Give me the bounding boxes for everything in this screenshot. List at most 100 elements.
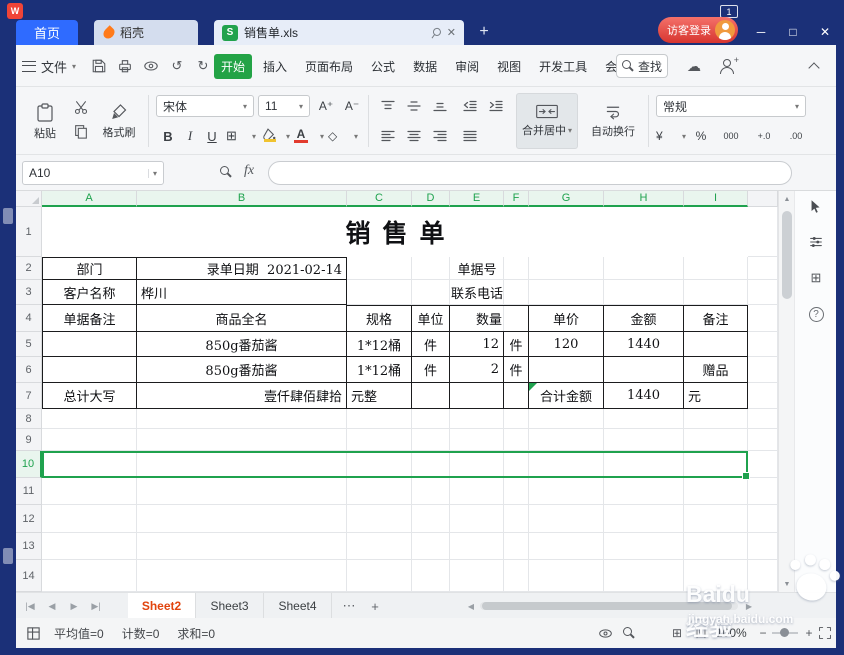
sliders-icon[interactable] (807, 233, 825, 251)
maximize-button[interactable]: □ (782, 22, 804, 42)
new-tab-button[interactable]: + (474, 22, 494, 42)
home-tab[interactable]: 首页 (16, 20, 78, 45)
sheet-tab-sheet2[interactable]: Sheet2 (128, 593, 196, 619)
more-sheets-icon[interactable]: ⋯ (338, 593, 360, 619)
cell-C12[interactable] (347, 505, 412, 533)
cell-J10[interactable] (748, 451, 778, 478)
cell-H8[interactable] (604, 409, 684, 429)
font-size-select[interactable]: 11 ▾ (258, 95, 310, 117)
name-box[interactable]: A10 ▾ (22, 161, 164, 185)
cell-H3[interactable] (604, 280, 684, 305)
cell-A9[interactable] (42, 429, 137, 451)
zoom-level[interactable]: 100% (716, 626, 747, 640)
cell-I13[interactable] (684, 533, 748, 560)
content-cell-C6[interactable]: 1*12桶 (347, 357, 412, 383)
cell-J11[interactable] (748, 478, 778, 505)
redo-button[interactable]: ↻ (192, 55, 214, 77)
content-cell-D7[interactable] (412, 383, 450, 409)
cell-A13[interactable] (42, 533, 137, 560)
help-icon[interactable]: ? (807, 305, 825, 323)
cell-J5[interactable] (748, 332, 778, 357)
cell-I10[interactable] (684, 451, 748, 478)
row-header-1[interactable]: 1 (16, 207, 42, 257)
cell-J4[interactable] (748, 305, 778, 332)
next-sheet-icon[interactable]: ▶ (64, 601, 84, 612)
first-sheet-icon[interactable]: |◀ (20, 601, 40, 612)
content-cell-C4[interactable]: 规格 (347, 305, 412, 332)
content-cell-E2[interactable]: 单据号 (450, 257, 504, 280)
sheet-tab-sheet4[interactable]: Sheet4 (264, 593, 332, 619)
decrease-decimal-button[interactable]: .00 (782, 125, 810, 147)
content-cell-E7[interactable] (450, 383, 504, 409)
cell-F8[interactable] (504, 409, 529, 429)
content-cell-G4[interactable]: 单价 (529, 305, 604, 332)
clear-format-button[interactable]: ◇ ▾ (328, 125, 358, 147)
cell-D2[interactable] (412, 257, 450, 280)
close-button[interactable]: ✕ (814, 22, 836, 42)
font-color-button[interactable]: A ▾ (294, 125, 324, 147)
cell-D8[interactable] (412, 409, 450, 429)
decrease-font-button[interactable]: A⁻ (340, 95, 364, 117)
select-all-corner[interactable] (16, 191, 42, 207)
cell-J2[interactable] (748, 257, 778, 280)
row-header-8[interactable]: 8 (16, 409, 42, 429)
cell-C9[interactable] (347, 429, 412, 451)
align-right-button[interactable] (428, 125, 452, 147)
content-cell-B3[interactable]: 桦川 (137, 280, 347, 305)
content-cell-G5[interactable]: 120 (529, 332, 604, 357)
collapse-ribbon-icon[interactable] (804, 57, 824, 75)
sheet-tab-sheet3[interactable]: Sheet3 (196, 593, 264, 619)
find-button[interactable]: 查找 (616, 54, 668, 78)
cell-C2[interactable] (347, 257, 412, 280)
cell-A12[interactable] (42, 505, 137, 533)
number-format-select[interactable]: 常规 ▾ (656, 95, 806, 117)
page-break-view-icon[interactable]: 凹 (692, 625, 710, 641)
content-cell-D6[interactable]: 件 (412, 357, 450, 383)
row-header-12[interactable]: 12 (16, 505, 42, 533)
font-name-select[interactable]: 宋体 ▾ (156, 95, 254, 117)
cell-C11[interactable] (347, 478, 412, 505)
cell-J7[interactable] (748, 383, 778, 409)
cell-G3[interactable] (529, 280, 604, 305)
cloud-sync-icon[interactable]: ☁ (684, 57, 704, 75)
justify-button[interactable] (458, 125, 482, 147)
tab-data[interactable]: 数据 (406, 54, 444, 79)
prev-sheet-icon[interactable]: ◀ (42, 601, 62, 612)
content-cell-D5[interactable]: 件 (412, 332, 450, 357)
column-header-H[interactable]: H (604, 191, 684, 207)
increase-indent-button[interactable] (484, 95, 508, 117)
cell-H2[interactable] (604, 257, 684, 280)
layout-panel-icon[interactable]: ⊞ (807, 269, 825, 287)
row-header-10[interactable]: 10 (16, 451, 42, 478)
content-cell-E3[interactable]: 联系电话 (450, 280, 504, 305)
row-header-11[interactable]: 11 (16, 478, 42, 505)
copy-button[interactable] (70, 121, 92, 141)
column-header-C[interactable]: C (347, 191, 412, 207)
column-header-overflow[interactable] (748, 191, 778, 207)
last-sheet-icon[interactable]: ▶| (86, 601, 106, 612)
increase-font-button[interactable]: A⁺ (314, 95, 338, 117)
visitor-login-button[interactable]: 访客登录 (658, 17, 738, 43)
cell-D3[interactable] (412, 280, 450, 305)
cell-J9[interactable] (748, 429, 778, 451)
cell-G10[interactable] (529, 451, 604, 478)
scroll-down-icon[interactable]: ▼ (779, 576, 795, 592)
content-cell-A1[interactable]: 销售单 (42, 207, 748, 257)
cell-G14[interactable] (529, 560, 604, 592)
cell-D12[interactable] (412, 505, 450, 533)
content-cell-H6[interactable] (604, 357, 684, 383)
cell-J6[interactable] (748, 357, 778, 383)
content-cell-B2[interactable]: 录单日期 2021-02-14 (137, 257, 347, 280)
cell-B14[interactable] (137, 560, 347, 592)
content-cell-I7[interactable]: 元 (684, 383, 748, 409)
vertical-scroll-thumb[interactable] (782, 211, 792, 299)
row-header-9[interactable]: 9 (16, 429, 42, 451)
tab-insert[interactable]: 插入 (256, 54, 294, 79)
cell-F13[interactable] (504, 533, 529, 560)
content-cell-G7[interactable]: 合计金额 (529, 383, 604, 409)
undo-button[interactable]: ↺ (166, 55, 188, 77)
cell-D10[interactable] (412, 451, 450, 478)
align-center-button[interactable] (402, 125, 426, 147)
cell-D14[interactable] (412, 560, 450, 592)
wrap-text-button[interactable]: 自动换行 (584, 93, 642, 149)
